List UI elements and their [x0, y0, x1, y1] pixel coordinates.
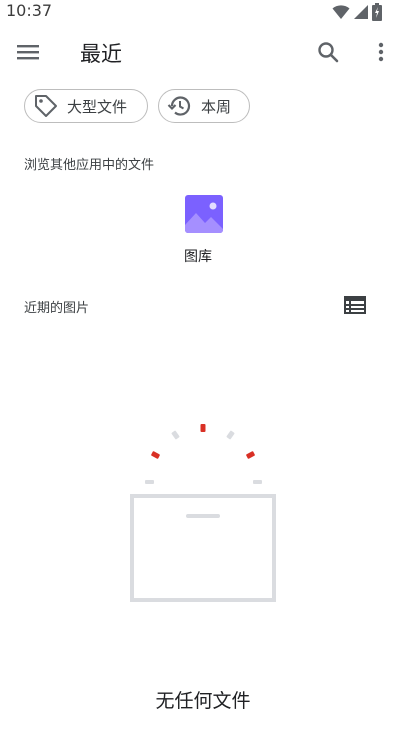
gallery-app-button[interactable]	[180, 195, 228, 239]
app-bar: 最近	[0, 24, 406, 80]
wifi-icon	[332, 5, 350, 19]
more-vert-icon	[378, 42, 384, 62]
search-icon	[318, 42, 339, 63]
history-icon	[167, 96, 191, 116]
filter-chips: 大型文件 本周	[24, 89, 250, 123]
chip-large-files[interactable]: 大型文件	[24, 89, 148, 123]
page-title: 最近	[80, 42, 122, 66]
list-view-icon	[344, 296, 366, 314]
more-options-button[interactable]	[357, 28, 405, 76]
menu-icon	[17, 45, 39, 60]
gallery-icon	[185, 195, 223, 233]
empty-state-message: 无任何文件	[155, 690, 251, 712]
status-icons	[332, 3, 382, 21]
battery-icon	[372, 3, 382, 21]
cell-signal-icon	[354, 5, 368, 19]
view-toggle-button[interactable]	[340, 292, 370, 318]
tag-icon	[35, 95, 57, 117]
empty-folder-illustration	[130, 424, 276, 602]
recent-images-heading: 近期的图片	[24, 301, 90, 316]
status-bar: 10:37	[0, 0, 406, 24]
menu-button[interactable]	[4, 28, 52, 76]
status-time: 10:37	[6, 1, 53, 20]
gallery-app-label: 图库	[184, 249, 212, 265]
chip-this-week-label: 本周	[201, 97, 232, 116]
chip-large-files-label: 大型文件	[67, 97, 128, 116]
search-button[interactable]	[304, 28, 352, 76]
chip-this-week[interactable]: 本周	[158, 89, 250, 123]
browse-apps-heading: 浏览其他应用中的文件	[24, 158, 155, 173]
